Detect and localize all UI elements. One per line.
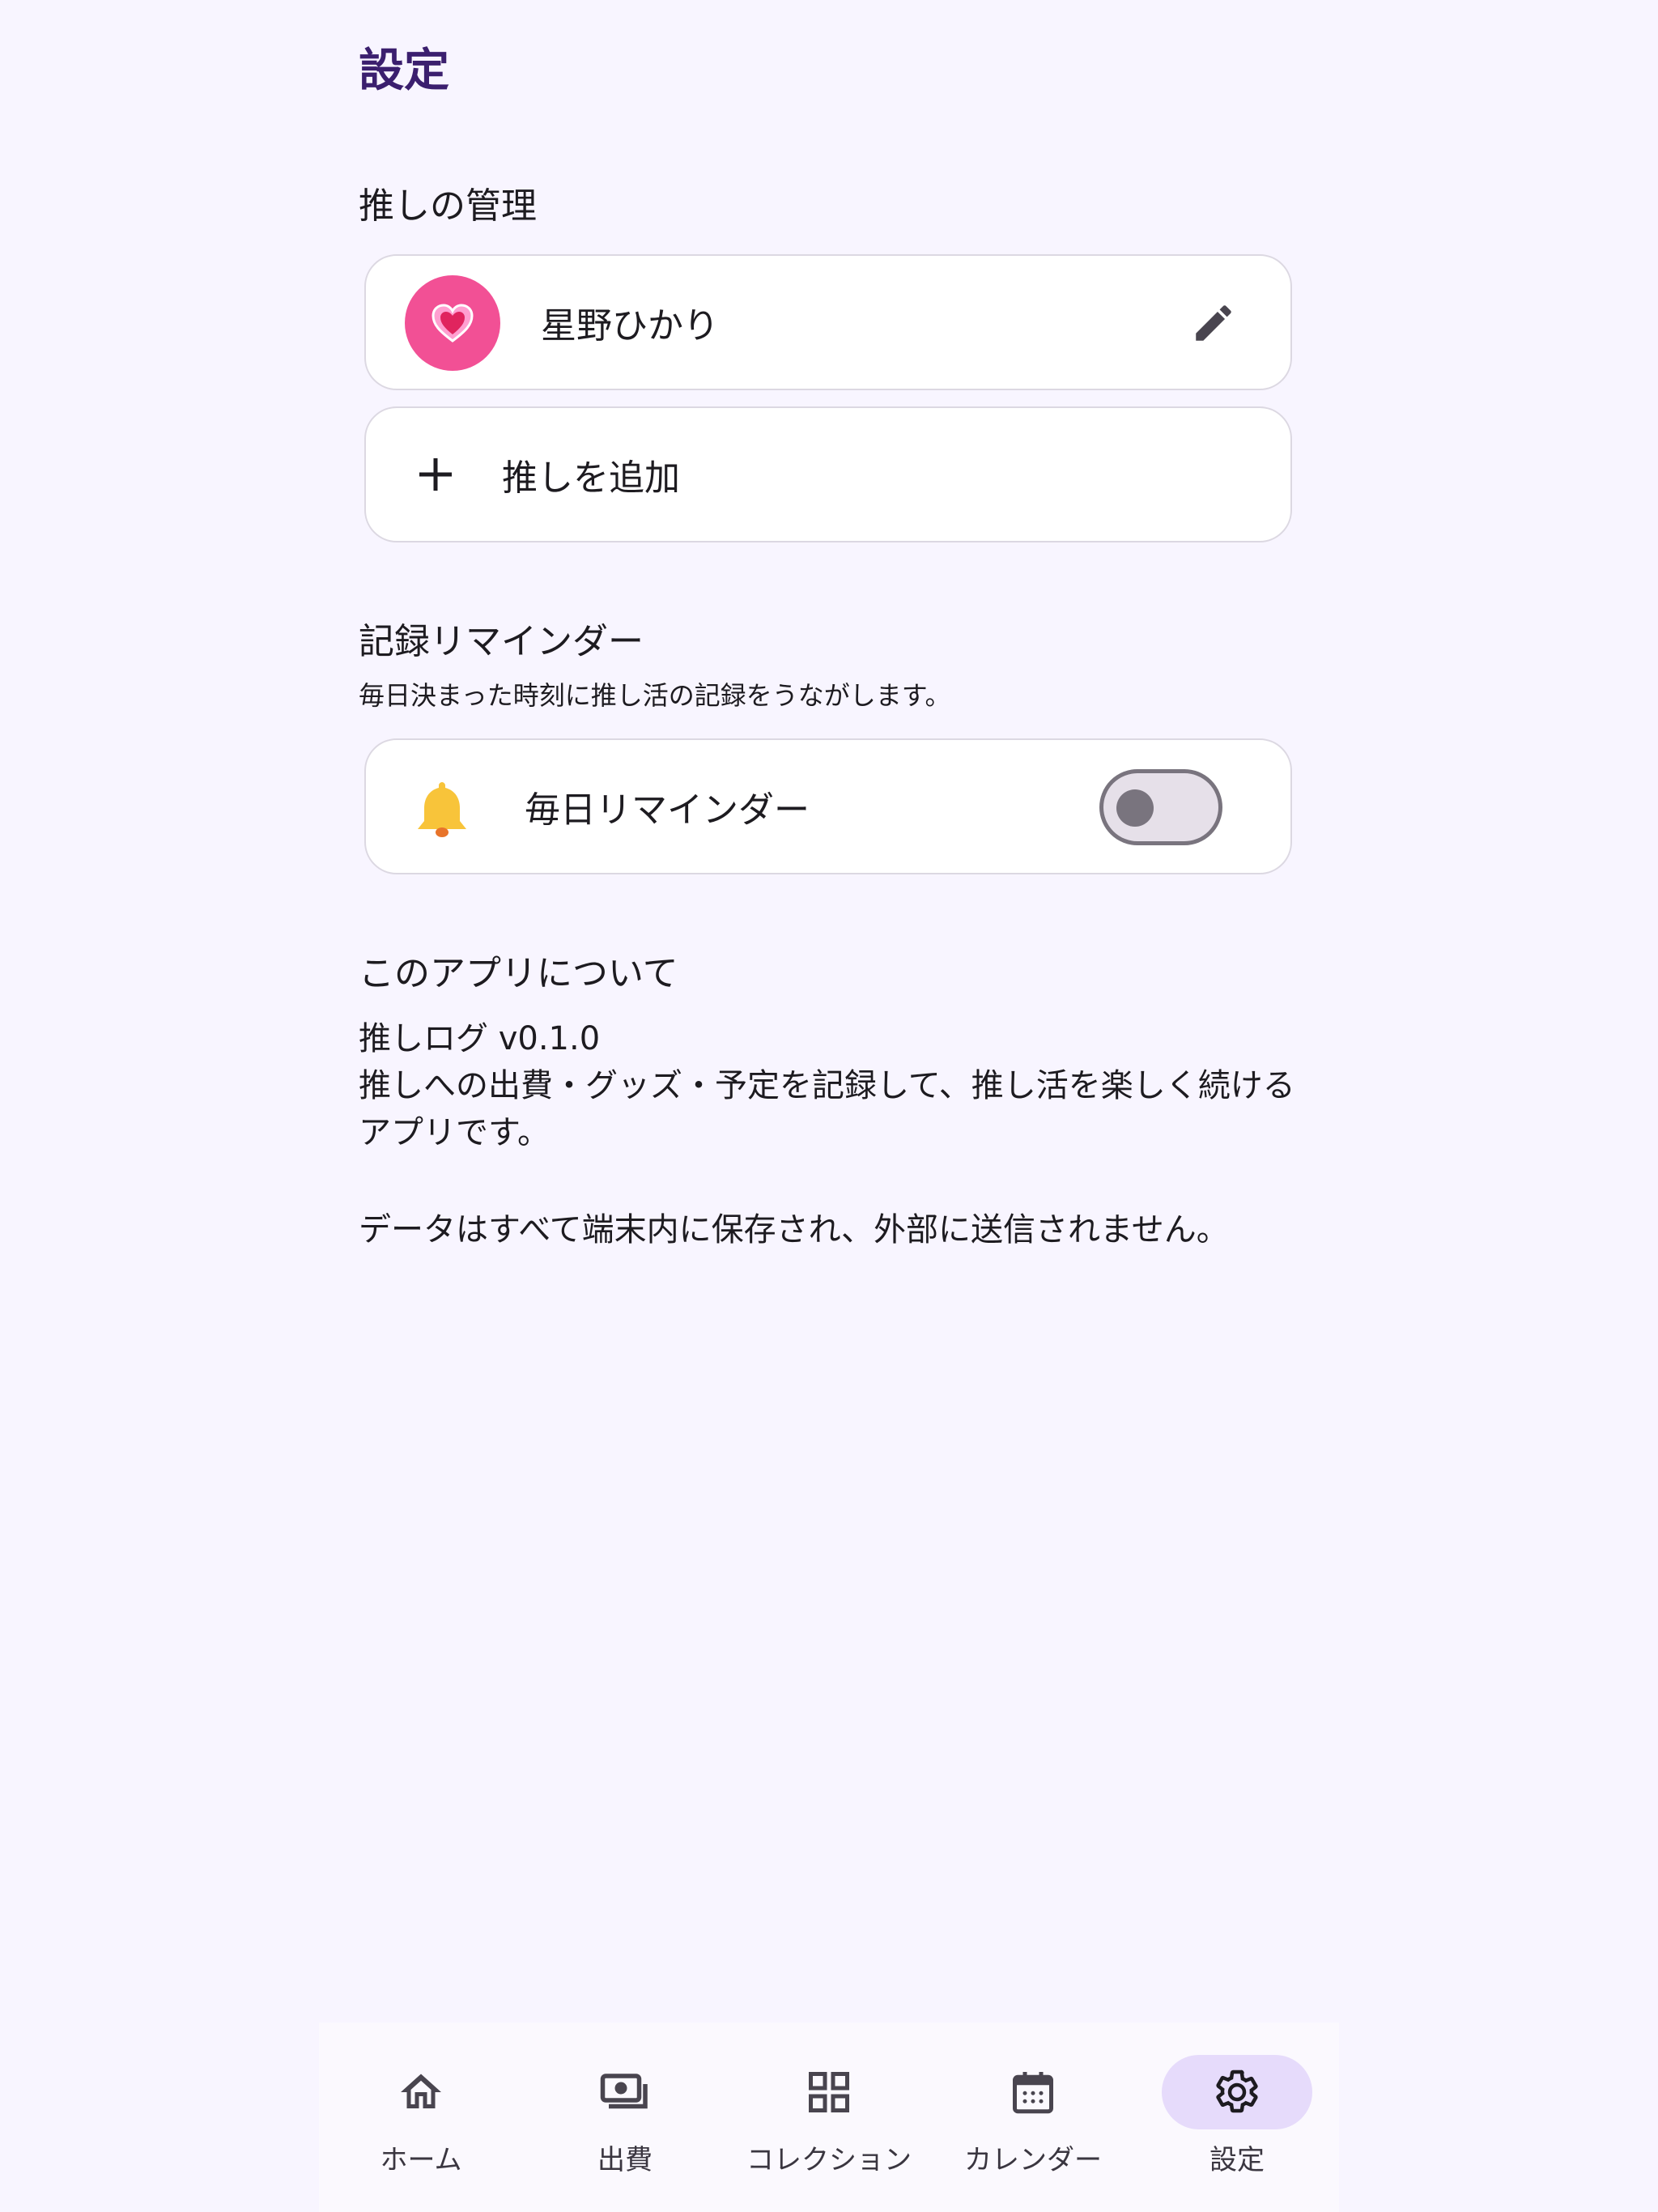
nav-expenses-label: 出費 (597, 2144, 653, 2176)
pencil-icon (1196, 305, 1231, 341)
nav-collection-pill (754, 2055, 904, 2129)
add-oshi-button[interactable]: 推しを追加 (364, 406, 1292, 542)
page-title: 設定 (359, 45, 449, 97)
nav-home[interactable]: ホーム (319, 2023, 523, 2212)
app-version: 推しログ v0.1.0 (359, 1020, 601, 1057)
calendar-icon (1013, 2072, 1053, 2114)
oshi-name: 星野ひかり (541, 305, 719, 347)
bottom-navigation: ホーム 出費 コレクション カレンダー 設定 (319, 2023, 1339, 2212)
grid-icon (809, 2072, 849, 2112)
add-oshi-label: 推しを追加 (502, 457, 680, 499)
oshi-item-card[interactable]: 星野ひかり (364, 254, 1292, 390)
nav-expenses-pill (550, 2055, 700, 2129)
gear-icon (1216, 2069, 1258, 2113)
privacy-note: データはすべて端末内に保存され、外部に送信されません。 (359, 1211, 1229, 1249)
bell-icon (418, 782, 466, 837)
app-description: 推しへの出費・グッズ・予定を記録して、推し活を楽しく続けるアプリです。 (359, 1067, 1295, 1151)
edit-oshi-button[interactable] (1187, 296, 1240, 350)
about-section-label: このアプリについて (359, 953, 678, 994)
reminder-description: 毎日決まった時刻に推し活の記録をうながします。 (359, 680, 951, 711)
nav-collection[interactable]: コレクション (727, 2023, 931, 2212)
daily-reminder-switch[interactable] (1099, 769, 1222, 845)
nav-home-label: ホーム (380, 2144, 462, 2176)
nav-expenses[interactable]: 出費 (523, 2023, 727, 2212)
daily-reminder-label: 毎日リマインダー (525, 789, 810, 831)
nav-settings[interactable]: 設定 (1135, 2023, 1339, 2212)
nav-calendar[interactable]: カレンダー (931, 2023, 1135, 2212)
daily-reminder-card: 毎日リマインダー (364, 738, 1292, 874)
oshi-section-label: 推しの管理 (359, 185, 537, 227)
nav-collection-label: コレクション (746, 2144, 912, 2176)
nav-settings-label: 設定 (1209, 2144, 1265, 2176)
nav-calendar-label: カレンダー (964, 2144, 1102, 2176)
home-icon (401, 2074, 441, 2108)
payments-icon (600, 2074, 648, 2109)
oshi-avatar (405, 275, 500, 371)
nav-calendar-pill (958, 2055, 1108, 2129)
nav-settings-pill (1162, 2055, 1312, 2129)
settings-screen: 設定 推しの管理 星野ひかり 推しを追加 記録リマインダー 毎日決まった時刻に推… (0, 0, 1658, 2212)
heart-icon (432, 304, 474, 342)
nav-home-pill (346, 2055, 496, 2129)
switch-knob (1116, 789, 1154, 827)
reminder-section-label: 記録リマインダー (359, 621, 644, 662)
plus-icon (419, 458, 452, 491)
